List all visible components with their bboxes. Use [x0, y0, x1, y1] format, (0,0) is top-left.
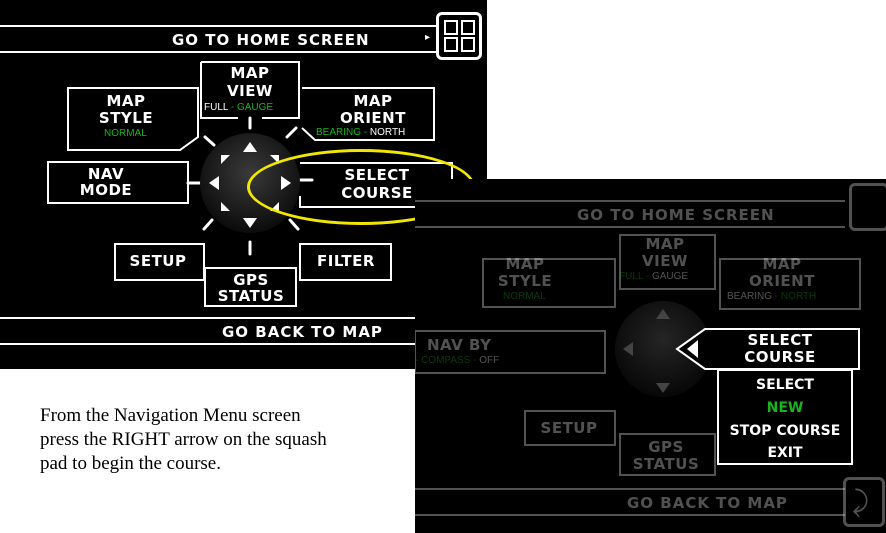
nav-mode-title-line2: MODE	[79, 181, 133, 199]
submenu-stop-course[interactable]: STOP COURSE	[719, 423, 851, 439]
navigation-menu-screen: GO TO HOME SCREEN ▸ MAP VIEW FULL - GAUG…	[0, 0, 487, 369]
submenu-select[interactable]: SELECT	[719, 377, 851, 393]
home-screen-button[interactable]	[436, 12, 482, 60]
gps-status-title-line2: STATUS	[217, 287, 285, 305]
select-course-submenu-screen: GO TO HOME SCREEN GO BACK TO MAP ⤸ MAP V…	[415, 179, 886, 533]
map-view-options: FULL - GAUGE	[204, 102, 274, 113]
instruction-caption: From the Navigation Menu screen press th…	[40, 405, 327, 474]
course-submenu: SELECT NEW STOP COURSE EXIT	[717, 369, 853, 465]
select-course-title-line1[interactable]: SELECT	[725, 333, 835, 348]
map-view-title-line2: VIEW	[227, 82, 273, 100]
map-style-title-line2: STYLE	[98, 109, 154, 127]
map-style-title-line1: MAP	[106, 92, 146, 110]
map-orient-options: BEARING - NORTH	[316, 127, 406, 138]
go-back-to-map-label[interactable]: GO BACK TO MAP	[222, 323, 383, 341]
map-orient-title-line1: MAP	[353, 92, 393, 110]
setup-item[interactable]: SETUP	[122, 254, 194, 269]
map-style-value: NORMAL	[104, 128, 147, 139]
select-course-title-line2[interactable]: COURSE	[725, 350, 835, 365]
home-arrow-icon: ▸	[425, 32, 431, 43]
map-view-title-line1: MAP	[230, 64, 270, 82]
filter-item[interactable]: FILTER	[306, 254, 386, 269]
submenu-new[interactable]: NEW	[719, 400, 851, 416]
go-to-home-screen-label[interactable]: GO TO HOME SCREEN	[172, 31, 370, 49]
map-orient-title-line2: ORIENT	[340, 109, 406, 127]
nav-mode-title-line1: NAV	[87, 165, 125, 183]
submenu-exit[interactable]: EXIT	[719, 445, 851, 461]
grid-icon	[444, 20, 475, 52]
gps-status-title-line1: GPS	[233, 271, 269, 289]
